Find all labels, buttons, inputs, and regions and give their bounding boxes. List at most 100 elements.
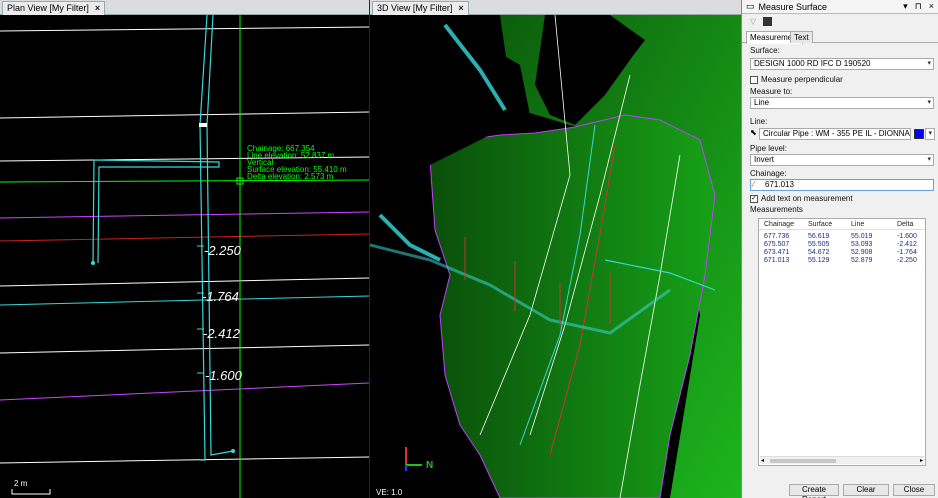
panel-controls: ▾ ⊓ × [903,1,938,12]
cell-delta: -1.764 [897,249,917,256]
table-row[interactable]: 671.013 55.129 52.879 -2.250 [759,257,925,265]
delta-label: -2.250 [204,243,242,258]
add-text-checkbox[interactable]: ✓ [750,195,758,203]
plan-view-canvas[interactable]: Chainage: 667.354 Line elevation: 52.837… [0,15,369,498]
table-row[interactable]: 673.471 54.672 52.908 -1.764 [759,249,925,257]
boundary-line [0,344,369,354]
close-icon[interactable]: × [458,2,463,15]
cell-delta: -1.600 [897,233,917,240]
chevron-down-icon: ▾ [927,60,931,67]
add-text-label: Add text on measurement [761,194,853,203]
delta-label: -1.600 [205,368,243,383]
plan-view-tab-label: Plan View [My Filter] [7,3,89,13]
column-header[interactable]: Line [841,219,881,229]
cell-chainage: 673.471 [764,249,790,256]
create-report-button[interactable]: Create Report [789,484,839,498]
chainage-input[interactable]: ⁄ 671.013 [750,179,934,191]
column-header[interactable]: Chainage [759,219,801,229]
3d-view-canvas[interactable]: N VE: 1.0 [370,15,741,498]
cell-delta: -2.250 [897,257,917,264]
cell-line: 55.019 [851,233,873,240]
close-icon[interactable]: × [95,2,100,15]
panel-toolbar: ▽ [742,14,938,28]
cell-chainage: 675.507 [764,241,790,248]
boundary-line [0,277,369,287]
ve-label: VE: 1.0 [376,488,403,497]
boundary-line [0,26,369,32]
line-dropdown[interactable]: ▾ [925,128,935,140]
plan-view-tabbar: Plan View [My Filter] × [0,0,369,15]
line-value: Circular Pipe : WM - 355 PE IL - DIONNA [763,129,910,138]
table-header: Chainage Surface Line Delta [759,219,925,230]
pipe-level-value: Invert [754,155,775,164]
pick-icon[interactable]: ⬉ [750,128,757,137]
boundary-line [0,111,369,119]
filter-icon[interactable]: ▽ [750,17,759,26]
pipe-level-label: Pipe level: [750,144,787,153]
red-line [0,233,369,242]
chevron-down-icon[interactable]: ▾ [903,1,908,12]
delta-label: -2.412 [203,326,241,341]
north-label: N [426,460,433,471]
measure-surface-panel: ▭ Measure Surface ▾ ⊓ × ▽ Measurement Te… [741,0,938,498]
column-header[interactable]: Delta [881,219,925,229]
panel-titlebar: ▭ Measure Surface ▾ ⊓ × [742,0,938,14]
close-icon[interactable]: × [929,1,934,12]
magenta-line [0,211,369,219]
chainage-label: Chainage: [750,169,787,178]
measure-perpendicular-label: Measure perpendicular [761,75,843,84]
3d-view-drawing: N VE: 1.0 [370,15,741,498]
table-row[interactable]: 675.507 55.505 53.093 -2.412 [759,241,925,249]
measurements-table: Chainage Surface Line Delta 677.736 56.6… [758,218,926,466]
pipe-end [231,449,235,453]
surface-select[interactable]: DESIGN 1000 RD IFC D 190520 ▾ [750,58,934,70]
cell-line: 52.879 [851,257,873,264]
close-button[interactable]: Close [893,484,935,496]
3d-view-tab-label: 3D View [My Filter] [377,3,453,13]
line-field[interactable]: Circular Pipe : WM - 355 PE IL - DIONNA [759,128,911,140]
measure-perpendicular-checkbox[interactable] [750,76,758,84]
chevron-down-icon: ▾ [928,130,932,137]
measure-to-select[interactable]: Line ▾ [750,97,934,109]
measure-to-value: Line [754,98,770,107]
table-row[interactable]: 677.736 56.619 55.019 -1.600 [759,233,925,241]
tab-text[interactable]: Text [790,31,813,43]
tab-3d-view[interactable]: 3D View [My Filter] × [372,1,469,15]
scale-bar [11,489,51,495]
measure-to-label: Measure to: [750,87,793,96]
pipe-node [199,123,207,127]
boundary-line [0,456,369,464]
surface-label: Surface: [750,46,780,55]
surface-value: DESIGN 1000 RD IFC D 190520 [754,59,871,68]
column-header[interactable]: Surface [801,219,841,229]
panel-tabs: Measurement Text [742,31,938,44]
annotation-line-4: Delta elevation: 2.573 m [247,172,334,181]
settings-icon[interactable] [763,16,772,26]
line-color-swatch[interactable] [914,129,924,139]
cell-surface: 55.129 [808,257,830,264]
pipe-level-select[interactable]: Invert ▾ [750,154,934,166]
cell-chainage: 671.013 [764,257,790,264]
cell-surface: 54.672 [808,249,830,256]
cell-chainage: 677.736 [764,233,790,240]
scroll-left-icon[interactable]: ◂ [761,457,764,464]
panel-title: Measure Surface [758,1,828,12]
tab-plan-view[interactable]: Plan View [My Filter] × [2,1,106,15]
plan-view-drawing: Chainage: 667.354 Line elevation: 52.837… [0,15,369,498]
horizontal-scrollbar[interactable]: ◂ ▸ [760,456,924,464]
measurements-label: Measurements [750,205,803,214]
line-label: Line: [750,117,768,126]
chainage-icon: ⁄ [753,180,755,189]
chevron-down-icon: ▾ [927,156,931,163]
chainage-annotation: Chainage: 667.354 Line elevation: 52.837… [247,144,347,181]
cell-surface: 56.619 [808,233,830,240]
cell-delta: -2.412 [897,241,917,248]
scroll-right-icon[interactable]: ▸ [920,457,923,464]
clear-button[interactable]: Clear [843,484,889,496]
ruler-icon: ▭ [746,1,755,11]
pin-icon[interactable]: ⊓ [915,1,922,12]
scale-label: 2 m [14,479,28,488]
scrollbar-thumb[interactable] [770,459,836,463]
cell-line: 52.908 [851,249,873,256]
terrain-main [429,114,716,498]
